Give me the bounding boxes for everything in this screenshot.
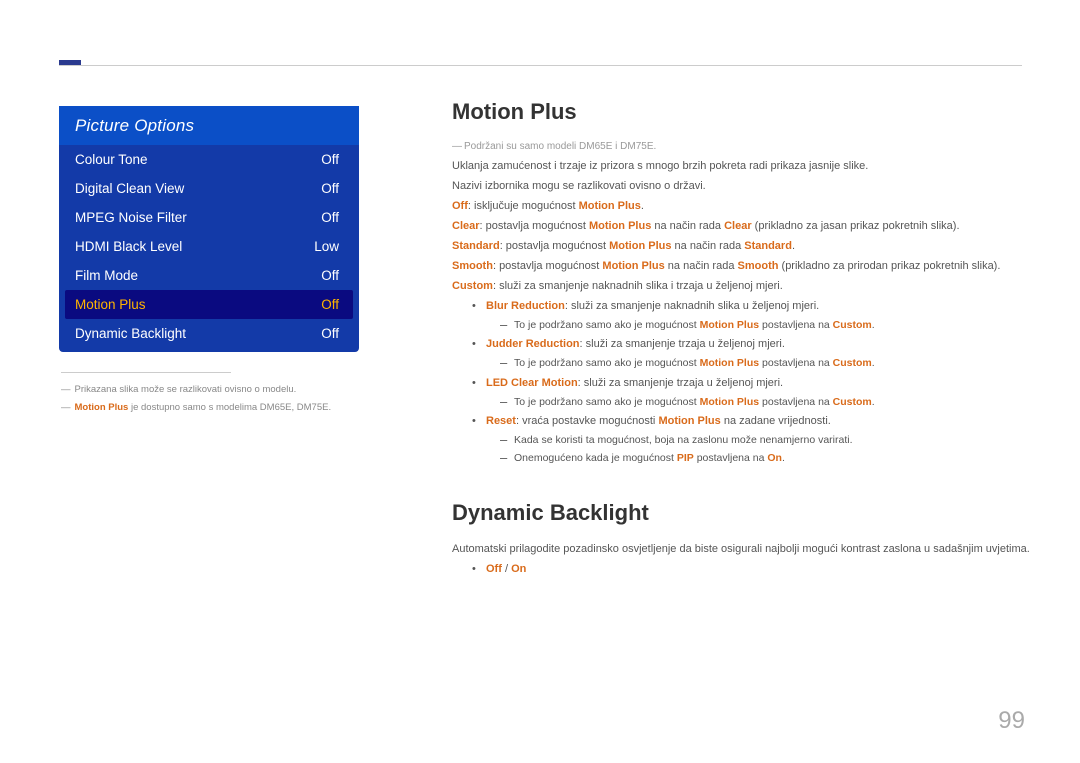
menu-item[interactable]: Digital Clean View Off <box>59 174 359 203</box>
sidebar-footnotes: ―Prikazana slika može se razlikovati ovi… <box>59 372 359 417</box>
menu-list: Colour ToneOffDigital Clean ViewOffMPEG … <box>59 145 359 352</box>
custom-list: Blur Reduction: služi za smanjenje nakna… <box>452 298 1032 467</box>
item-blur: Blur Reduction: služi za smanjenje nakna… <box>472 298 1032 333</box>
footnote-1-text: Prikazana slika može se razlikovati ovis… <box>75 384 297 395</box>
sidebar: Picture Options Colour ToneOffDigital Cl… <box>59 106 359 417</box>
menu-item-value: Off <box>321 210 339 225</box>
opt-standard: Standard: postavlja mogućnost Motion Plu… <box>452 238 1032 255</box>
menu-item-label: HDMI Black Level <box>75 239 182 254</box>
menu-item[interactable]: Film Mode Off <box>59 261 359 290</box>
menu-item[interactable]: MPEG Noise Filter Off <box>59 203 359 232</box>
menu-item[interactable]: HDMI Black Level Low <box>59 232 359 261</box>
item-blur-sub: To je podržano samo ako je mogućnost Mot… <box>500 317 1032 333</box>
item-reset-sub1: Kada se koristi ta mogućnost, boja na za… <box>500 432 1032 448</box>
item-led-sub: To je podržano samo ako je mogućnost Mot… <box>500 394 1032 410</box>
menu-item-value: Off <box>321 326 339 341</box>
footnote-2-rest: je dostupno samo s modelima DM65E, DM75E… <box>128 402 331 413</box>
opt-custom: Custom: služi za smanjenje naknadnih sli… <box>452 278 1032 295</box>
menu-item-value: Off <box>321 268 339 283</box>
dbl-option: Off / On <box>472 561 1032 578</box>
heading-motion-plus: Motion Plus <box>452 95 1032 129</box>
menu-item[interactable]: Motion Plus Off <box>65 290 353 319</box>
item-reset: Reset: vraća postavke mogućnosti Motion … <box>472 413 1032 467</box>
page-number: 99 <box>998 707 1025 735</box>
item-judder: Judder Reduction: služi za smanjenje trz… <box>472 336 1032 371</box>
heading-dynamic-backlight: Dynamic Backlight <box>452 496 1032 530</box>
dbl-list: Off / On <box>452 561 1032 578</box>
menu-item-label: MPEG Noise Filter <box>75 210 187 225</box>
main-content: Motion Plus ―Podržani su samo modeli DM6… <box>452 95 1032 581</box>
item-judder-sub: To je podržano samo ako je mogućnost Mot… <box>500 355 1032 371</box>
menu-item-label: Digital Clean View <box>75 181 184 196</box>
model-note-text: Podržani su samo modeli DM65E i DM75E. <box>464 141 656 152</box>
menu-item[interactable]: Dynamic Backlight Off <box>59 319 359 348</box>
desc-1: Uklanja zamućenost i trzaje iz prizora s… <box>452 158 1032 175</box>
menu-item[interactable]: Colour Tone Off <box>59 145 359 174</box>
opt-off: Off: isključuje mogućnost Motion Plus. <box>452 198 1032 215</box>
menu-item-label: Dynamic Backlight <box>75 326 186 341</box>
opt-smooth: Smooth: postavlja mogućnost Motion Plus … <box>452 258 1032 275</box>
opt-clear: Clear: postavlja mogućnost Motion Plus n… <box>452 218 1032 235</box>
item-led: LED Clear Motion: služi za smanjenje trz… <box>472 375 1032 410</box>
model-note: ―Podržani su samo modeli DM65E i DM75E. <box>452 139 1032 155</box>
menu-item-value: Off <box>321 152 339 167</box>
footnote-1: ―Prikazana slika može se razlikovati ovi… <box>61 381 357 399</box>
footnote-2-hl: Motion Plus <box>75 402 129 413</box>
menu-item-label: Motion Plus <box>75 297 146 312</box>
desc-2: Nazivi izbornika mogu se razlikovati ovi… <box>452 178 1032 195</box>
menu-item-label: Colour Tone <box>75 152 148 167</box>
menu-item-label: Film Mode <box>75 268 138 283</box>
item-reset-sub2: Onemogućeno kada je mogućnost PIP postav… <box>500 450 1032 466</box>
footnote-2: ―Motion Plus je dostupno samo s modelima… <box>61 399 357 417</box>
header-rule <box>59 65 1022 66</box>
menu-item-value: Low <box>314 239 339 254</box>
dbl-desc: Automatski prilagodite pozadinsko osvjet… <box>452 541 1032 558</box>
menu-item-value: Off <box>321 181 339 196</box>
menu-item-value: Off <box>321 297 339 312</box>
menu-title: Picture Options <box>59 106 359 145</box>
